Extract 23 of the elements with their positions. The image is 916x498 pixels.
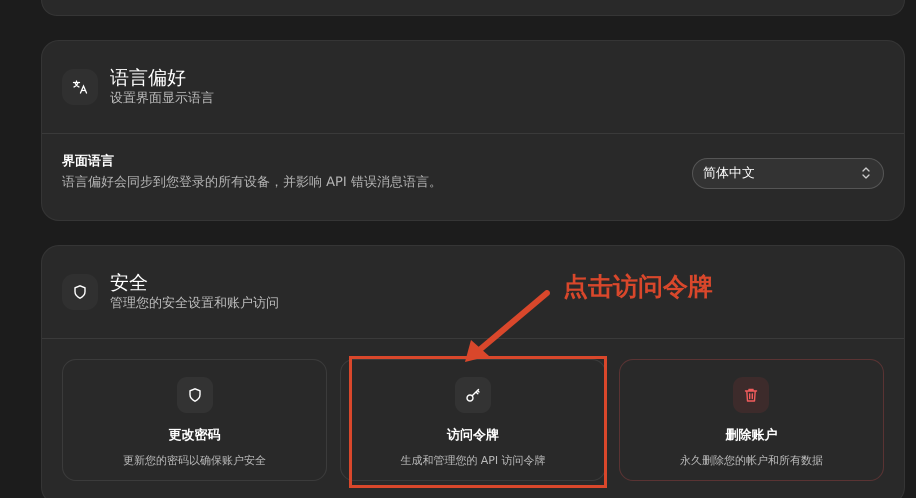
key-icon: [454, 377, 491, 413]
shield-icon: [176, 377, 213, 413]
tile-title: 更改密码: [168, 427, 221, 445]
setting-label: 界面语言: [62, 152, 115, 171]
annotation-label: 点击访问令牌: [563, 271, 713, 303]
language-select[interactable]: 简体中文: [692, 158, 884, 188]
setting-description: 语言偏好会同步到您登录的所有设备，并影响 API 错误消息语言。: [62, 174, 442, 192]
card-title: 安全: [110, 271, 149, 295]
tile-title: 删除账户: [725, 427, 778, 445]
tile-title: 访问令牌: [446, 427, 499, 445]
action-tile[interactable]: 更改密码 更新您的密码以确保账户安全: [62, 359, 328, 481]
card-subtitle: 管理您的安全设置和账户访问: [110, 295, 279, 313]
trash-icon: [733, 377, 770, 413]
tile-description: 更新您的密码以确保账户安全: [123, 453, 266, 469]
card-title: 语言偏好: [110, 66, 187, 90]
translate-icon: [62, 69, 98, 105]
chevron-updown-icon: [861, 166, 871, 180]
card-subtitle: 设置界面显示语言: [110, 90, 214, 108]
action-tile[interactable]: 删除账户 永久删除您的帐户和所有数据: [618, 359, 884, 481]
action-tile[interactable]: 访问令牌 生成和管理您的 API 访问令牌: [340, 359, 606, 481]
tile-description: 永久删除您的帐户和所有数据: [680, 453, 823, 469]
shield-icon: [62, 274, 98, 310]
tile-description: 生成和管理您的 API 访问令牌: [400, 453, 546, 469]
